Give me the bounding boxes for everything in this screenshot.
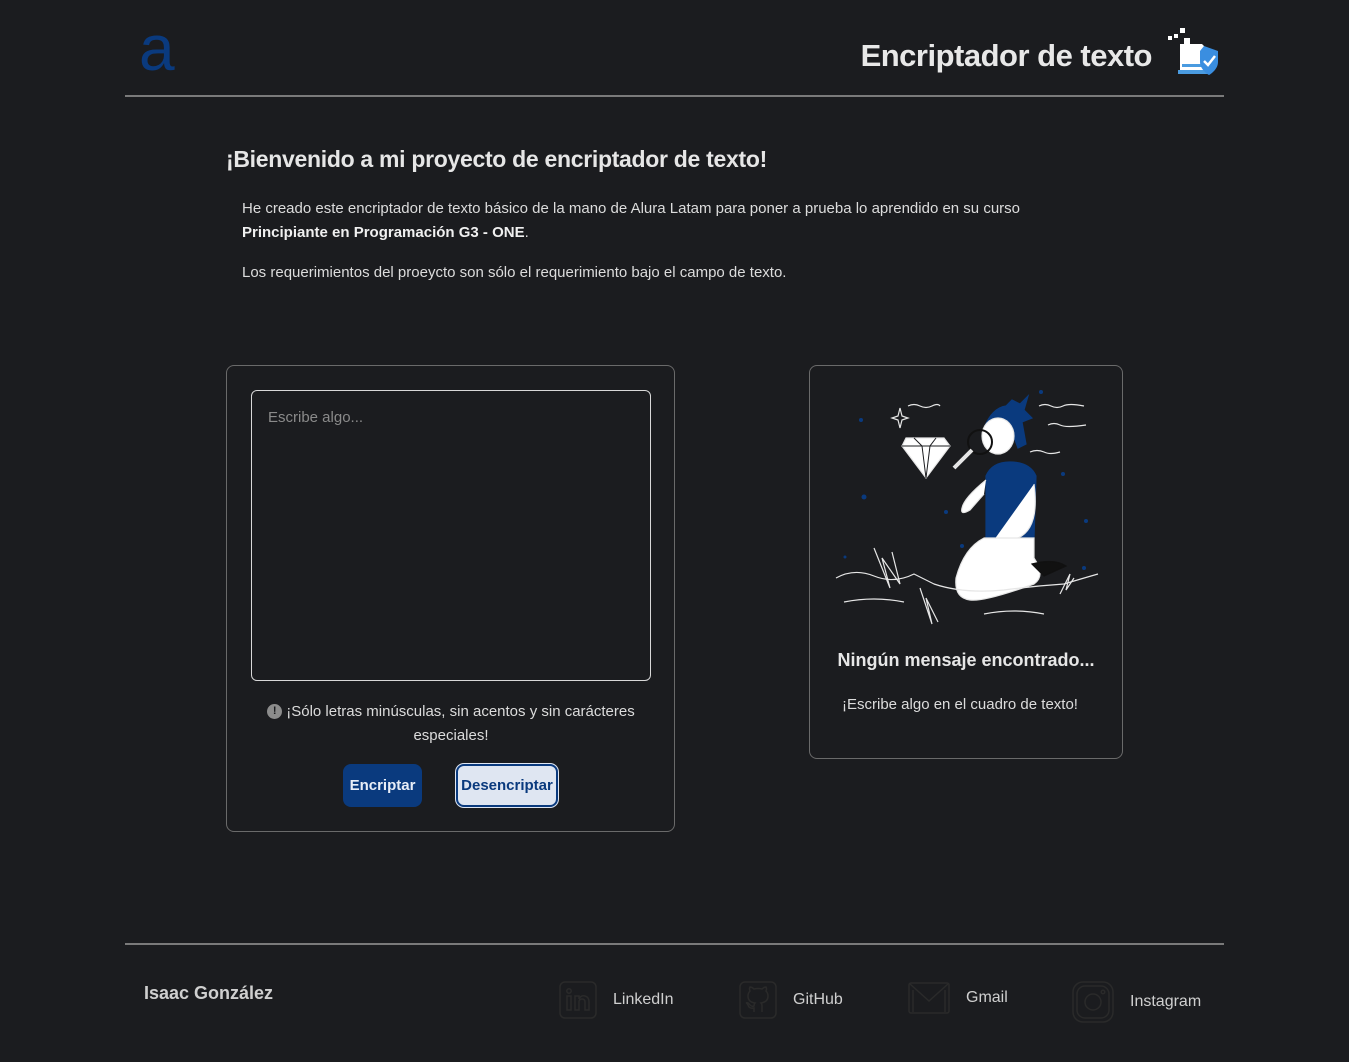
intro-text: He creado este encriptador de texto bási… [242, 200, 1021, 217]
intro-section: ¡Bienvenido a mi proyecto de encriptador… [226, 146, 1126, 285]
encrypt-button[interactable]: Encriptar [343, 764, 422, 807]
input-card: !¡Sólo letras minúsculas, sin acentos y … [226, 365, 675, 832]
input-note: ! ¡Sólo letras minúsculas, sin acentos y … [267, 700, 635, 748]
linkedin-link[interactable]: LinkedIn [559, 981, 674, 1019]
gmail-link[interactable]: Gmail [908, 981, 1008, 1015]
site-title: Encriptador de texto [860, 38, 1153, 73]
info-icon: ! [267, 704, 283, 719]
message-textarea[interactable] [251, 390, 651, 681]
instagram-label: Instagram [1130, 993, 1202, 1010]
linkedin-label: LinkedIn [613, 991, 674, 1008]
gmail-label: Gmail [966, 989, 1008, 1006]
course-name: Principiante en Programación G3 - ONE [242, 224, 525, 241]
github-label: GitHub [793, 991, 843, 1008]
requirements-paragraph: Los requerimientos del proeycto son sólo… [242, 264, 787, 281]
instagram-link[interactable]: Instagram [1072, 981, 1201, 1023]
page-footer: Isaac González LinkedIn GitHub Gmail Ins… [125, 943, 1224, 1062]
gmail-icon [908, 982, 950, 1014]
linkedin-icon [559, 981, 597, 1019]
note-text: ¡Sólo letras minúsculas, sin acentos y s… [286, 703, 635, 744]
person-searching-illustration [835, 390, 1099, 625]
github-icon [739, 981, 777, 1019]
no-message-title: Ningún mensaje encontrado... [837, 650, 1095, 670]
instagram-icon [1072, 981, 1114, 1023]
alura-logo[interactable]: a [139, 16, 175, 80]
welcome-heading: ¡Bienvenido a mi proyecto de encriptador… [226, 146, 767, 172]
output-card: Ningún mensaje encontrado... ¡Escribe al… [809, 365, 1123, 759]
no-message-subtitle: ¡Escribe algo en el cuadro de texto! [842, 696, 1078, 713]
github-link[interactable]: GitHub [739, 981, 843, 1019]
intro-paragraph: He creado este encriptador de texto bási… [242, 197, 1092, 245]
intro-period: . [524, 224, 529, 241]
encrypted-file-icon [1168, 28, 1218, 75]
page-header: a Encriptador de texto [125, 0, 1224, 97]
decrypt-button[interactable]: Desencriptar [456, 764, 558, 807]
author-name: Isaac González [144, 983, 274, 1003]
